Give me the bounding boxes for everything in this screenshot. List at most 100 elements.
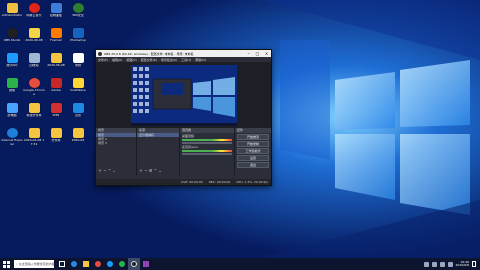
obs-taskbar-icon[interactable] (128, 258, 140, 270)
desktop-icon[interactable]: 文件夹 (45, 128, 67, 150)
desktop-icon-glyph (6, 3, 18, 13)
volume-icon[interactable] (439, 261, 445, 267)
desktop-icon-glyph (72, 53, 84, 63)
chrome-icon[interactable] (92, 258, 104, 270)
desktop-icon-label: 2020-06-08 (47, 64, 65, 67)
controls-dock: 控件 开始推流 开始录制 工作室模式 设置 退出 (235, 128, 271, 175)
desktop-icon-label: Google Chrome (23, 89, 45, 96)
system-tray: 16:46 2020/6/8 (423, 260, 480, 268)
desktop-icon[interactable]: 腾讯QQ (1, 53, 23, 75)
rec-status: REC: 00:00:00 (208, 180, 231, 184)
desktop-icon[interactable]: 2020-06 (67, 128, 89, 150)
desktop-icon[interactable]: GoldWave (67, 78, 89, 100)
desktop-icon[interactable]: Adobe (45, 78, 67, 100)
desktop-icon-label: WPS (52, 114, 60, 117)
source-toolbar[interactable]: ＋ − ⚙ ⌃ ⌄ (139, 168, 162, 174)
windows-logo-icon (2, 260, 10, 268)
desktop-icon[interactable]: Foxmail (45, 28, 67, 50)
obs-docks: 场景 场景 场景 2 场景 3 ＋ − ⌃ ⌄ 来源 显示器捕获 ＋ − ⚙ ⌃… (96, 128, 271, 175)
scene-item[interactable]: 场景 3 (96, 141, 136, 145)
desktop-icon-label: 2020-06-08 (25, 39, 43, 42)
desktop-icon[interactable]: 此电脑 (1, 103, 23, 125)
desktop-icon[interactable]: 新建文件夹 (23, 103, 45, 125)
desktop-icon[interactable]: 2020-06-08 (23, 28, 45, 50)
file-explorer-icon[interactable] (80, 258, 92, 270)
menu-profile[interactable]: 配置文件(P) (141, 58, 157, 62)
desktop-icon[interactable]: 迅雷 (67, 103, 89, 125)
desktop-icon-label: Administrator (1, 14, 23, 17)
desktop-icon-label: 2020-06 (71, 139, 85, 142)
scene-toolbar[interactable]: ＋ − ⌃ ⌄ (98, 168, 116, 174)
desktop-icon-label: 2020-06-08 17:31 (23, 139, 45, 146)
studio-mode-button[interactable]: 工作室模式 (237, 148, 269, 154)
input-method-icon[interactable] (447, 261, 453, 267)
maximize-icon[interactable]: □ (253, 50, 262, 57)
desktop-icon-label: GoldWave (70, 89, 86, 92)
desktop-icon-glyph (6, 78, 18, 88)
obs-statusbar: LIVE: 00:00:00 REC: 00:00:00 CPU: 1.3%, … (96, 179, 271, 185)
close-icon[interactable]: × (262, 50, 271, 57)
desktop-icon-glyph (6, 103, 18, 113)
task-view-icon[interactable] (56, 258, 68, 270)
volume-slider[interactable] (182, 153, 232, 155)
taskbar-search-input[interactable]: ⌕ 在这里输入你要搜索的内容 (14, 260, 54, 268)
obs-window[interactable]: OBS 25.0.8 (64-bit, windows) - 配置文件: 未命名… (95, 49, 272, 186)
mixer-channel-label: 桌面音频 (182, 134, 195, 138)
menu-scene-collection[interactable]: 场景集合(S) (161, 58, 177, 62)
desktop-icon[interactable]: 网易云音乐 (23, 3, 45, 25)
edge-icon[interactable] (68, 258, 80, 270)
qq-icon[interactable] (104, 258, 116, 270)
sources-dock: 来源 显示器捕获 ＋ − ⚙ ⌃ ⌄ (137, 128, 180, 175)
desktop-icon-label: 新建文件夹 (26, 114, 42, 117)
volume-meter (182, 139, 232, 141)
menu-file[interactable]: 文件(F) (98, 58, 108, 62)
minimize-icon[interactable]: – (244, 50, 253, 57)
obs-window-title: OBS 25.0.8 (64-bit, windows) - 配置文件: 未命名… (104, 51, 194, 56)
desktop-icon-label: 文件夹 (51, 139, 61, 142)
cpu-status: CPU: 1.3%, 30.00 fps (236, 180, 268, 184)
desktop-icon[interactable]: Internet Explorer (1, 128, 23, 150)
desktop-icon[interactable]: 回收站 (23, 53, 45, 75)
desktop-icon[interactable]: 录屏 (67, 53, 89, 75)
desktop-icon[interactable]: Photoshop (67, 28, 89, 50)
desktop-icon-glyph (72, 28, 84, 38)
search-placeholder: 在这里输入你要搜索的内容 (18, 262, 54, 266)
desktop-icon-glyph (6, 53, 18, 63)
settings-button[interactable]: 设置 (237, 155, 269, 161)
menu-edit[interactable]: 编辑(E) (112, 58, 122, 62)
desktop-icon-glyph (28, 3, 40, 13)
exit-button[interactable]: 退出 (237, 162, 269, 168)
start-button[interactable] (0, 258, 12, 270)
desktop-icon[interactable]: 微信 (1, 78, 23, 100)
source-item[interactable]: 显示器捕获 (137, 133, 179, 137)
desktop-icon[interactable]: 360安全 (67, 3, 89, 25)
taskbar-clock[interactable]: 16:46 2020/6/8 (456, 260, 469, 268)
desktop-icon[interactable]: Administrator (1, 3, 23, 25)
controls-dock-title: 控件 (235, 128, 271, 133)
menu-help[interactable]: 帮助(H) (195, 58, 206, 62)
desktop-icon-glyph (28, 103, 40, 113)
desktop-icon-label: OBS Studio (3, 39, 21, 42)
start-streaming-button[interactable]: 开始推流 (237, 134, 269, 140)
desktop-icon[interactable]: 2020-06-08 (45, 53, 67, 75)
desktop-icon-label: Adobe (51, 89, 61, 92)
tray-arrow-icon[interactable] (423, 261, 429, 267)
menu-view[interactable]: 视图(V) (126, 58, 136, 62)
desktop-icon[interactable]: 2020-06-08 17:31 (23, 128, 45, 150)
recorder-icon[interactable] (140, 258, 152, 270)
desktop-icon-glyph (28, 78, 40, 88)
network-icon[interactable] (431, 261, 437, 267)
desktop-icon[interactable]: WPS (45, 103, 67, 125)
desktop-icon-label: 录屏 (74, 64, 81, 67)
desktop-icon[interactable]: OBS Studio (1, 28, 23, 50)
obs-titlebar[interactable]: OBS 25.0.8 (64-bit, windows) - 配置文件: 未命名… (96, 50, 271, 57)
start-recording-button[interactable]: 开始录制 (237, 141, 269, 147)
desktop-icon-label: 控制面板 (49, 14, 62, 17)
menu-tools[interactable]: 工具(T) (181, 58, 191, 62)
desktop-icon-label: 网易云音乐 (26, 14, 42, 17)
preview-screen-capture (131, 65, 237, 126)
notification-icon[interactable] (472, 261, 476, 267)
desktop-icon[interactable]: 控制面板 (45, 3, 67, 25)
desktop-icon[interactable]: Google Chrome (23, 78, 45, 100)
wechat-icon[interactable] (116, 258, 128, 270)
